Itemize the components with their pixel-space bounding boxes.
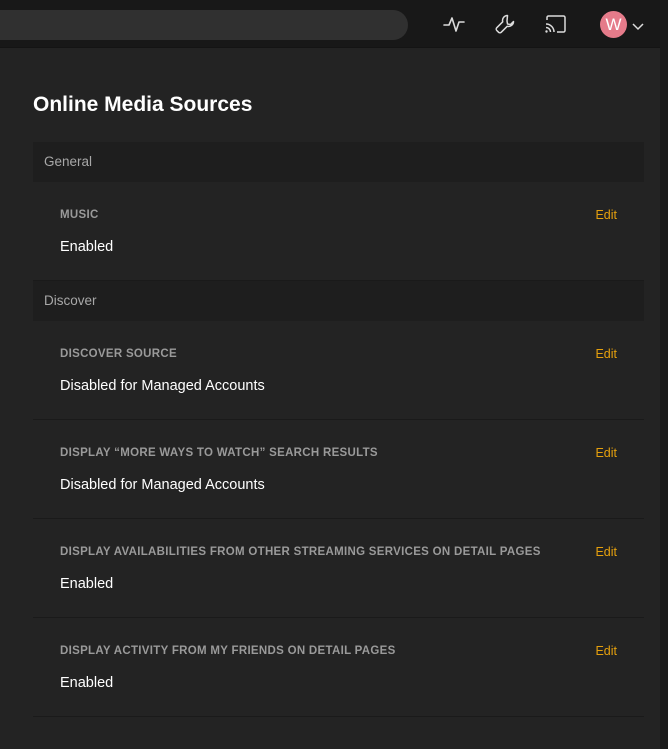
setting-label: DISPLAY “MORE WAYS TO WATCH” SEARCH RESU… bbox=[60, 447, 378, 459]
edit-button[interactable]: Edit bbox=[595, 446, 617, 460]
edit-button[interactable]: Edit bbox=[595, 208, 617, 222]
chevron-down-icon[interactable] bbox=[632, 18, 644, 36]
setting-availabilities: DISPLAY AVAILABILITIES FROM OTHER STREAM… bbox=[33, 519, 644, 618]
top-bar: W bbox=[0, 0, 660, 48]
setting-value: Enabled bbox=[60, 576, 114, 592]
cast-icon[interactable] bbox=[543, 11, 569, 37]
page-title: Online Media Sources bbox=[33, 93, 253, 116]
setting-more-ways-to-watch: DISPLAY “MORE WAYS TO WATCH” SEARCH RESU… bbox=[33, 420, 644, 519]
activity-icon[interactable] bbox=[441, 11, 467, 37]
edit-button[interactable]: Edit bbox=[595, 545, 617, 559]
setting-discover-source: DISCOVER SOURCE Edit Disabled for Manage… bbox=[33, 321, 644, 420]
setting-label: DISPLAY AVAILABILITIES FROM OTHER STREAM… bbox=[60, 546, 541, 558]
search-input[interactable] bbox=[0, 10, 408, 40]
setting-music: MUSIC Edit Enabled bbox=[33, 182, 644, 281]
section-header-general: General bbox=[33, 142, 644, 182]
edit-button[interactable]: Edit bbox=[595, 347, 617, 361]
setting-friends-activity: DISPLAY ACTIVITY FROM MY FRIENDS ON DETA… bbox=[33, 618, 644, 717]
edit-button[interactable]: Edit bbox=[595, 644, 617, 658]
section-header-discover: Discover bbox=[33, 281, 644, 321]
avatar-initial: W bbox=[605, 14, 622, 34]
setting-label: MUSIC bbox=[60, 209, 99, 221]
setting-label: DISCOVER SOURCE bbox=[60, 348, 177, 360]
scrollbar-track bbox=[660, 0, 668, 749]
setting-value: Disabled for Managed Accounts bbox=[60, 477, 265, 493]
setting-label: DISPLAY ACTIVITY FROM MY FRIENDS ON DETA… bbox=[60, 645, 396, 657]
setting-value: Enabled bbox=[60, 239, 114, 255]
avatar[interactable]: W bbox=[600, 11, 627, 38]
setting-value: Disabled for Managed Accounts bbox=[60, 378, 265, 394]
wrench-icon[interactable] bbox=[492, 11, 518, 37]
setting-value: Enabled bbox=[60, 675, 114, 691]
